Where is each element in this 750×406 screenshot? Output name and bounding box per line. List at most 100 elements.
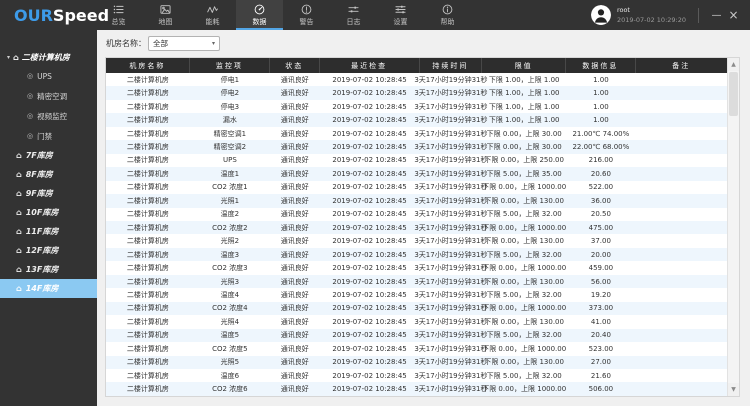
sidebar-room-13f[interactable]: ⌂13F库房 bbox=[0, 260, 97, 279]
cell-checked: 2019-07-02 10:28:45 bbox=[320, 86, 420, 99]
close-button[interactable]: × bbox=[725, 7, 742, 24]
cell-status: 通讯良好 bbox=[270, 194, 320, 207]
sidebar-room-8f[interactable]: ⌂ 8F库房 bbox=[0, 165, 97, 184]
sidebar-room-14f[interactable]: ⌂14F库房 bbox=[0, 279, 97, 298]
sidebar-room-label: 8F库房 bbox=[26, 169, 53, 180]
sidebar-room-7f[interactable]: ⌂7F库房 bbox=[0, 146, 97, 165]
scrollbar-thumb[interactable] bbox=[729, 72, 738, 116]
table-scrollbar[interactable]: ▲ ▼ bbox=[727, 58, 739, 396]
table-row[interactable]: 二楼计算机房停电1通讯良好2019-07-02 10:28:453天17小时19… bbox=[106, 73, 727, 86]
table-row[interactable]: 二楼计算机房精密空调2通讯良好2019-07-02 10:28:453天17小时… bbox=[106, 140, 727, 153]
nav-item-alerts[interactable]: 警告 bbox=[283, 0, 330, 30]
table-row[interactable]: 二楼计算机房光照5通讯良好2019-07-02 10:28:453天17小时19… bbox=[106, 356, 727, 369]
column-header-item[interactable]: 监控项 bbox=[190, 58, 270, 73]
column-header-duration[interactable]: 持续时间 bbox=[420, 58, 483, 73]
table-row[interactable]: 二楼计算机房CO2 浓度5通讯良好2019-07-02 10:28:453天17… bbox=[106, 342, 727, 355]
table-row[interactable]: 二楼计算机房UPS通讯良好2019-07-02 10:28:453天17小时19… bbox=[106, 154, 727, 167]
sidebar-room-label: 9F库房 bbox=[26, 188, 53, 199]
sidebar-subitem-video-monitor[interactable]: ◎视频监控 bbox=[0, 106, 97, 126]
sidebar-subitem-door-access[interactable]: ◎门禁 bbox=[0, 126, 97, 146]
table-row[interactable]: 二楼计算机房温度2通讯良好2019-07-02 10:28:453天17小时19… bbox=[106, 208, 727, 221]
table-row[interactable]: 二楼计算机房光照2通讯良好2019-07-02 10:28:453天17小时19… bbox=[106, 234, 727, 247]
table-row[interactable]: 二楼计算机房温度5通讯良好2019-07-02 10:28:453天17小时19… bbox=[106, 329, 727, 342]
table-row[interactable]: 二楼计算机房温度1通讯良好2019-07-02 10:28:453天17小时19… bbox=[106, 167, 727, 180]
table-row[interactable]: 二楼计算机房CO2 浓度4通讯良好2019-07-02 10:28:453天17… bbox=[106, 302, 727, 315]
cell-value: 36.00 bbox=[566, 194, 636, 207]
cell-note bbox=[636, 248, 727, 261]
cell-note bbox=[636, 356, 727, 369]
table-row[interactable]: 二楼计算机房停电2通讯良好2019-07-02 10:28:453天17小时19… bbox=[106, 86, 727, 99]
scroll-up-icon[interactable]: ▲ bbox=[728, 58, 739, 71]
column-header-limit[interactable]: 限值 bbox=[482, 58, 566, 73]
table-row[interactable]: 二楼计算机房精密空调1通讯良好2019-07-02 10:28:453天17小时… bbox=[106, 127, 727, 140]
column-header-value[interactable]: 数据信息 bbox=[566, 58, 636, 73]
sidebar-subitem-precision-ac[interactable]: ◎精密空调 bbox=[0, 86, 97, 106]
cell-item: CO2 浓度2 bbox=[190, 221, 270, 234]
sidebar-subitem-label: 视频监控 bbox=[37, 111, 67, 122]
nav-item-overview[interactable]: 总览 bbox=[95, 0, 142, 30]
cell-item: 温度1 bbox=[190, 167, 270, 180]
table-row[interactable]: 二楼计算机房停电3通讯良好2019-07-02 10:28:453天17小时19… bbox=[106, 100, 727, 113]
cell-duration: 3天17小时19分钟31秒 bbox=[420, 73, 483, 86]
cell-duration: 3天17小时19分钟31秒 bbox=[420, 86, 483, 99]
table-row[interactable]: 二楼计算机房温度3通讯良好2019-07-02 10:28:453天17小时19… bbox=[106, 248, 727, 261]
column-header-status[interactable]: 状态 bbox=[270, 58, 320, 73]
sidebar-subitem-ups[interactable]: ◎UPS bbox=[0, 66, 97, 86]
table-row[interactable]: 二楼计算机房漏水通讯良好2019-07-02 10:28:453天17小时19分… bbox=[106, 113, 727, 126]
table-row[interactable]: 二楼计算机房光照3通讯良好2019-07-02 10:28:453天17小时19… bbox=[106, 275, 727, 288]
cell-room: 二楼计算机房 bbox=[106, 113, 190, 126]
cell-limit: 下限 1.00，上限 1.00 bbox=[482, 100, 566, 113]
cell-checked: 2019-07-02 10:28:45 bbox=[320, 208, 420, 221]
table-header: 机房名称监控项状态最近检查持续时间限值数据信息备注 bbox=[106, 58, 727, 73]
table-row[interactable]: 二楼计算机房CO2 浓度1通讯良好2019-07-02 10:28:453天17… bbox=[106, 181, 727, 194]
nav-item-settings[interactable]: 设置 bbox=[377, 0, 424, 30]
room-filter-value: 全部 bbox=[153, 38, 168, 49]
cell-status: 通讯良好 bbox=[270, 288, 320, 301]
cell-limit: 下限 1.00，上限 1.00 bbox=[482, 73, 566, 86]
sidebar-room-11f[interactable]: ⌂11F库房 bbox=[0, 222, 97, 241]
table-row[interactable]: 二楼计算机房温度6通讯良好2019-07-02 10:28:453天17小时19… bbox=[106, 369, 727, 382]
table-row[interactable]: 二楼计算机房温度4通讯良好2019-07-02 10:28:453天17小时19… bbox=[106, 288, 727, 301]
nav-item-data[interactable]: 数据 bbox=[236, 0, 283, 30]
table-row[interactable]: 二楼计算机房CO2 浓度6通讯良好2019-07-02 10:28:453天17… bbox=[106, 382, 727, 395]
app-window: OURSpeed 总览地图能耗数据警告日志设置帮助 root 2019-07-0… bbox=[0, 0, 750, 406]
sidebar-room-10f[interactable]: ⌂10F库房 bbox=[0, 203, 97, 222]
caret-down-icon[interactable]: ▾ bbox=[7, 54, 10, 61]
cell-duration: 3天17小时19分钟31秒 bbox=[420, 288, 483, 301]
table-row[interactable]: 二楼计算机房CO2 浓度3通讯良好2019-07-02 10:28:453天17… bbox=[106, 261, 727, 274]
cell-room: 二楼计算机房 bbox=[106, 275, 190, 288]
column-header-note[interactable]: 备注 bbox=[636, 58, 727, 73]
log-icon bbox=[348, 4, 359, 15]
cell-note bbox=[636, 208, 727, 221]
cell-limit: 下限 0.00，上限 1000.00 bbox=[482, 382, 566, 395]
column-header-room[interactable]: 机房名称 bbox=[106, 58, 190, 73]
column-header-checked[interactable]: 最近检查 bbox=[320, 58, 420, 73]
main-content: 机房名称： 全部 ▾ 机房名称监控项状态最近检查持续时间限值数据信息备注 二楼计… bbox=[97, 30, 750, 406]
cell-item: CO2 浓度6 bbox=[190, 382, 270, 395]
sidebar-item-2f-computer-room[interactable]: ▾⌂二楼计算机房 bbox=[0, 48, 97, 66]
cell-note bbox=[636, 113, 727, 126]
minimize-button[interactable]: — bbox=[708, 7, 725, 24]
nav-item-map[interactable]: 地图 bbox=[142, 0, 189, 30]
cell-value: 216.00 bbox=[566, 154, 636, 167]
nav-item-label: 地图 bbox=[159, 17, 173, 27]
home-icon: ⌂ bbox=[16, 170, 22, 179]
table-row[interactable]: 二楼计算机房光照4通讯良好2019-07-02 10:28:453天17小时19… bbox=[106, 315, 727, 328]
cell-status: 通讯良好 bbox=[270, 167, 320, 180]
sidebar-item-label: 二楼计算机房 bbox=[22, 52, 70, 63]
nav-item-energy[interactable]: 能耗 bbox=[189, 0, 236, 30]
topbar-divider bbox=[698, 8, 699, 23]
room-filter-select[interactable]: 全部 ▾ bbox=[148, 36, 220, 51]
cell-item: 光照5 bbox=[190, 356, 270, 369]
sidebar-room-9f[interactable]: ⌂9F库房 bbox=[0, 184, 97, 203]
table-row[interactable]: 二楼计算机房CO2 浓度2通讯良好2019-07-02 10:28:453天17… bbox=[106, 221, 727, 234]
scroll-down-icon[interactable]: ▼ bbox=[728, 383, 739, 396]
cell-note bbox=[636, 167, 727, 180]
sidebar-room-12f[interactable]: ⌂12F库房 bbox=[0, 241, 97, 260]
avatar[interactable] bbox=[591, 5, 611, 25]
sidebar-subitem-label: 门禁 bbox=[37, 131, 52, 142]
table-row[interactable]: 二楼计算机房光照1通讯良好2019-07-02 10:28:453天17小时19… bbox=[106, 194, 727, 207]
cell-status: 通讯良好 bbox=[270, 221, 320, 234]
nav-item-help[interactable]: 帮助 bbox=[424, 0, 471, 30]
nav-item-logs[interactable]: 日志 bbox=[330, 0, 377, 30]
